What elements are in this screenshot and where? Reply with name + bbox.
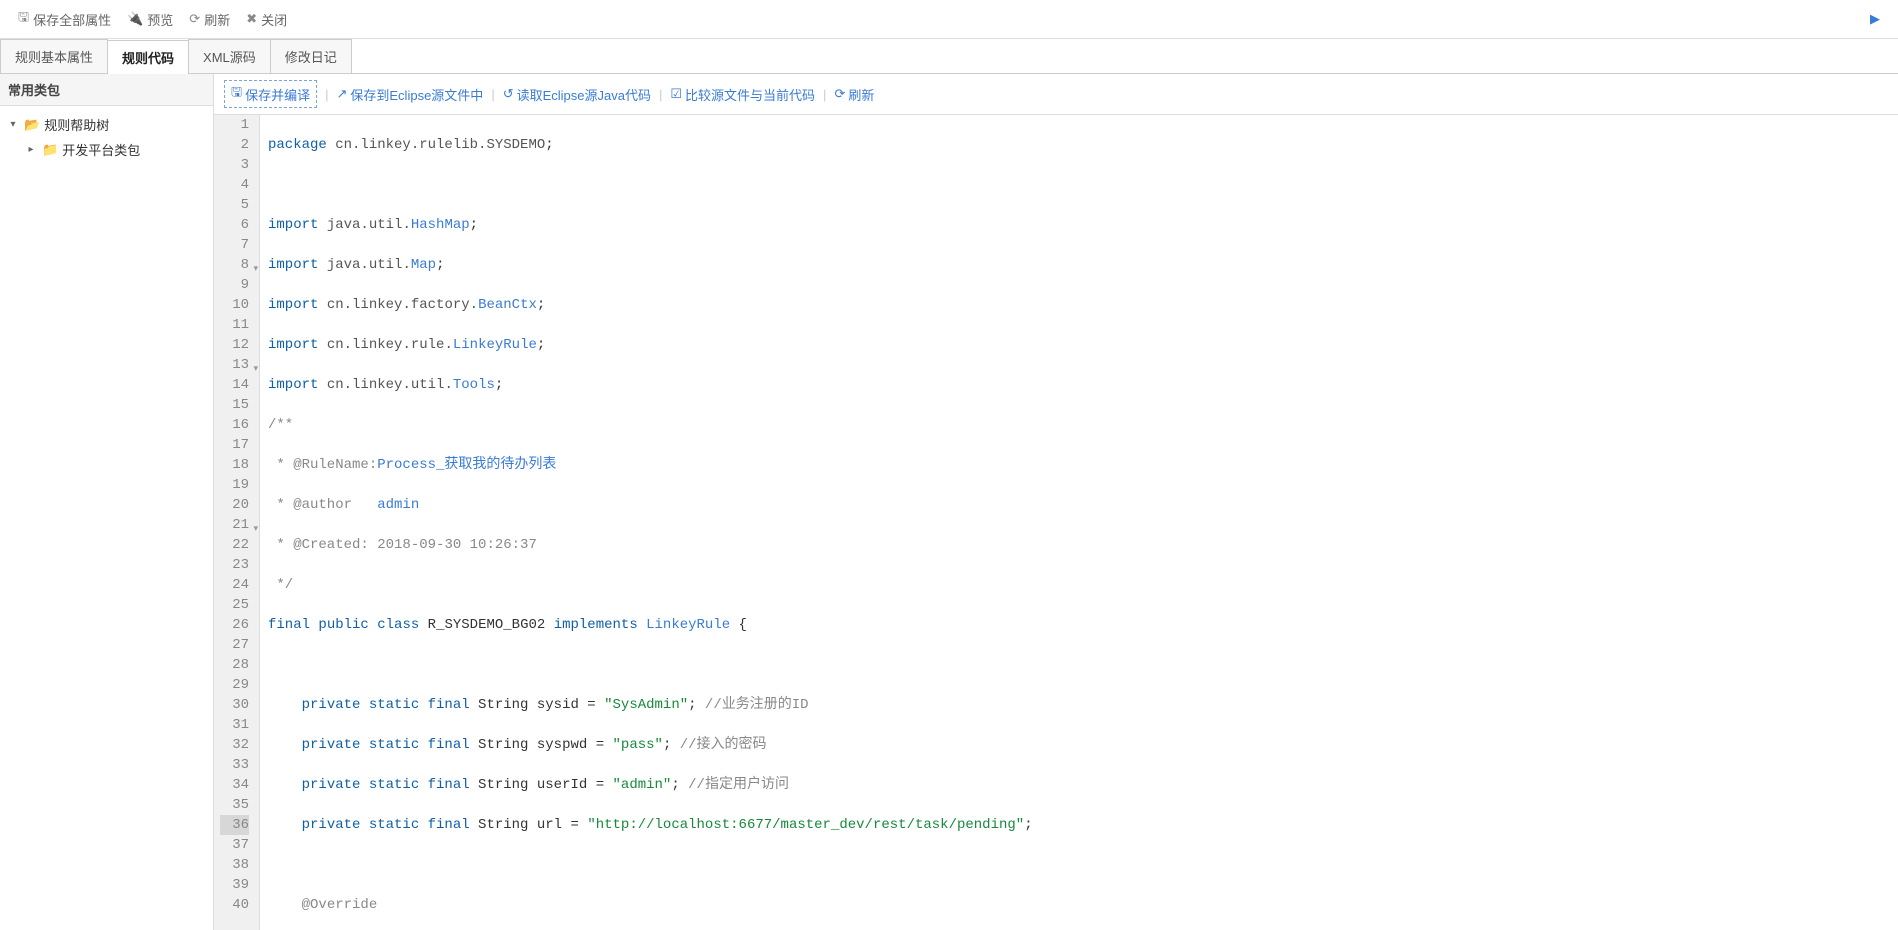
gutter-line: 21▾ <box>220 515 249 535</box>
gutter-line: 40 <box>220 895 249 915</box>
gutter-line: 15 <box>220 395 249 415</box>
gutter-line: 14 <box>220 375 249 395</box>
editor-refresh-button[interactable]: ⟳刷新 <box>834 85 874 104</box>
side-header: 常用类包 <box>0 74 213 106</box>
side-panel: 常用类包 ▾ 📂 规则帮助树 ▸ 📁 开发平台类包 <box>0 74 214 930</box>
close-icon: ✖ <box>246 11 257 27</box>
separator: | <box>325 87 328 102</box>
save-all-button[interactable]: 🖫保存全部属性 <box>10 4 119 34</box>
tree-toggle-icon[interactable]: ▸ <box>24 144 38 155</box>
gutter-line: 6 <box>220 215 249 235</box>
tab-change-log[interactable]: 修改日记 <box>270 39 352 73</box>
tab-basic-props[interactable]: 规则基本属性 <box>0 39 108 73</box>
gutter-line: 13▾ <box>220 355 249 375</box>
gutter-line: 17 <box>220 435 249 455</box>
gutter-line: 23 <box>220 555 249 575</box>
editor-toolbar: 🖫保存并编译 | ↗保存到Eclipse源文件中 | ↺读取Eclipse源Ja… <box>214 74 1898 115</box>
check-icon: ☑ <box>670 86 682 102</box>
close-button[interactable]: ✖关闭 <box>238 6 295 33</box>
tree-label: 开发平台类包 <box>62 140 140 159</box>
gutter-line: 18 <box>220 455 249 475</box>
gutter-line: 8▾ <box>220 255 249 275</box>
top-toolbar: 🖫保存全部属性 🔌预览 ⟳刷新 ✖关闭 ▶ <box>0 0 1898 39</box>
refresh-button[interactable]: ⟳刷新 <box>181 6 238 33</box>
gutter-line: 10 <box>220 295 249 315</box>
gutter-line: 27 <box>220 635 249 655</box>
gutter-line: 31 <box>220 715 249 735</box>
tree-child-platform[interactable]: ▸ 📁 开发平台类包 <box>22 137 209 162</box>
code-lines[interactable]: package cn.linkey.rulelib.SYSDEMO; impor… <box>260 115 1898 930</box>
tab-xml-source[interactable]: XML源码 <box>188 39 271 73</box>
compare-src-button[interactable]: ☑比较源文件与当前代码 <box>670 85 815 104</box>
gutter-line: 34 <box>220 775 249 795</box>
gutter-line: 1 <box>220 115 249 135</box>
tree-root[interactable]: ▾ 📂 规则帮助树 <box>4 112 209 137</box>
tree-toggle-icon[interactable]: ▾ <box>6 119 20 130</box>
gutter-line: 2 <box>220 135 249 155</box>
gutter-line: 20 <box>220 495 249 515</box>
fold-toggle-icon[interactable]: ▾ <box>253 519 258 539</box>
gutter-line: 24 <box>220 575 249 595</box>
gutter-line: 16 <box>220 415 249 435</box>
gutter-line: 29 <box>220 675 249 695</box>
gutter-line: 38 <box>220 855 249 875</box>
refresh-icon: ⟳ <box>834 86 845 102</box>
plug-icon: 🔌 <box>127 11 143 27</box>
gutter-line: 25 <box>220 595 249 615</box>
gutter-line: 5 <box>220 195 249 215</box>
read-eclipse-button[interactable]: ↺读取Eclipse源Java代码 <box>503 85 651 104</box>
refresh-icon: ⟳ <box>189 11 200 27</box>
gutter-line: 28 <box>220 655 249 675</box>
gutter-line: 9 <box>220 275 249 295</box>
gutter-line: 30 <box>220 695 249 715</box>
gutter-line: 39 <box>220 875 249 895</box>
code-editor[interactable]: 12345678▾910111213▾1415161718192021▾2223… <box>214 115 1898 930</box>
code-gutter: 12345678▾910111213▾1415161718192021▾2223… <box>214 115 260 930</box>
gutter-line: 12 <box>220 335 249 355</box>
gutter-line: 19 <box>220 475 249 495</box>
save-to-eclipse-button[interactable]: ↗保存到Eclipse源文件中 <box>336 85 483 104</box>
gutter-line: 7 <box>220 235 249 255</box>
fold-toggle-icon[interactable]: ▾ <box>253 359 258 379</box>
tree-label: 规则帮助树 <box>44 115 109 134</box>
separator: | <box>823 87 826 102</box>
gutter-line: 36 <box>220 815 249 835</box>
save-compile-button[interactable]: 🖫保存并编译 <box>224 80 317 108</box>
gutter-line: 32 <box>220 735 249 755</box>
fold-toggle-icon[interactable]: ▾ <box>253 259 258 279</box>
separator: | <box>491 87 494 102</box>
gutter-line: 26 <box>220 615 249 635</box>
gutter-line: 37 <box>220 835 249 855</box>
save-icon: 🖫 <box>18 8 29 30</box>
share-icon: ↗ <box>336 86 347 102</box>
preview-button[interactable]: 🔌预览 <box>119 6 181 33</box>
tree: ▾ 📂 规则帮助树 ▸ 📁 开发平台类包 <box>0 106 213 168</box>
separator: | <box>659 87 662 102</box>
gutter-line: 11 <box>220 315 249 335</box>
undo-icon: ↺ <box>503 86 514 102</box>
gutter-line: 35 <box>220 795 249 815</box>
gutter-line: 4 <box>220 175 249 195</box>
gutter-line: 22 <box>220 535 249 555</box>
save-icon: 🖫 <box>231 83 242 105</box>
editor-panel: 🖫保存并编译 | ↗保存到Eclipse源文件中 | ↺读取Eclipse源Ja… <box>214 74 1898 930</box>
play-button[interactable]: ▶ <box>1862 7 1888 31</box>
gutter-line: 33 <box>220 755 249 775</box>
folder-open-icon: 📂 <box>24 117 40 133</box>
folder-icon: 📁 <box>42 142 58 158</box>
gutter-line: 3 <box>220 155 249 175</box>
tab-bar: 规则基本属性 规则代码 XML源码 修改日记 <box>0 39 1898 74</box>
tab-rule-code[interactable]: 规则代码 <box>107 40 189 74</box>
